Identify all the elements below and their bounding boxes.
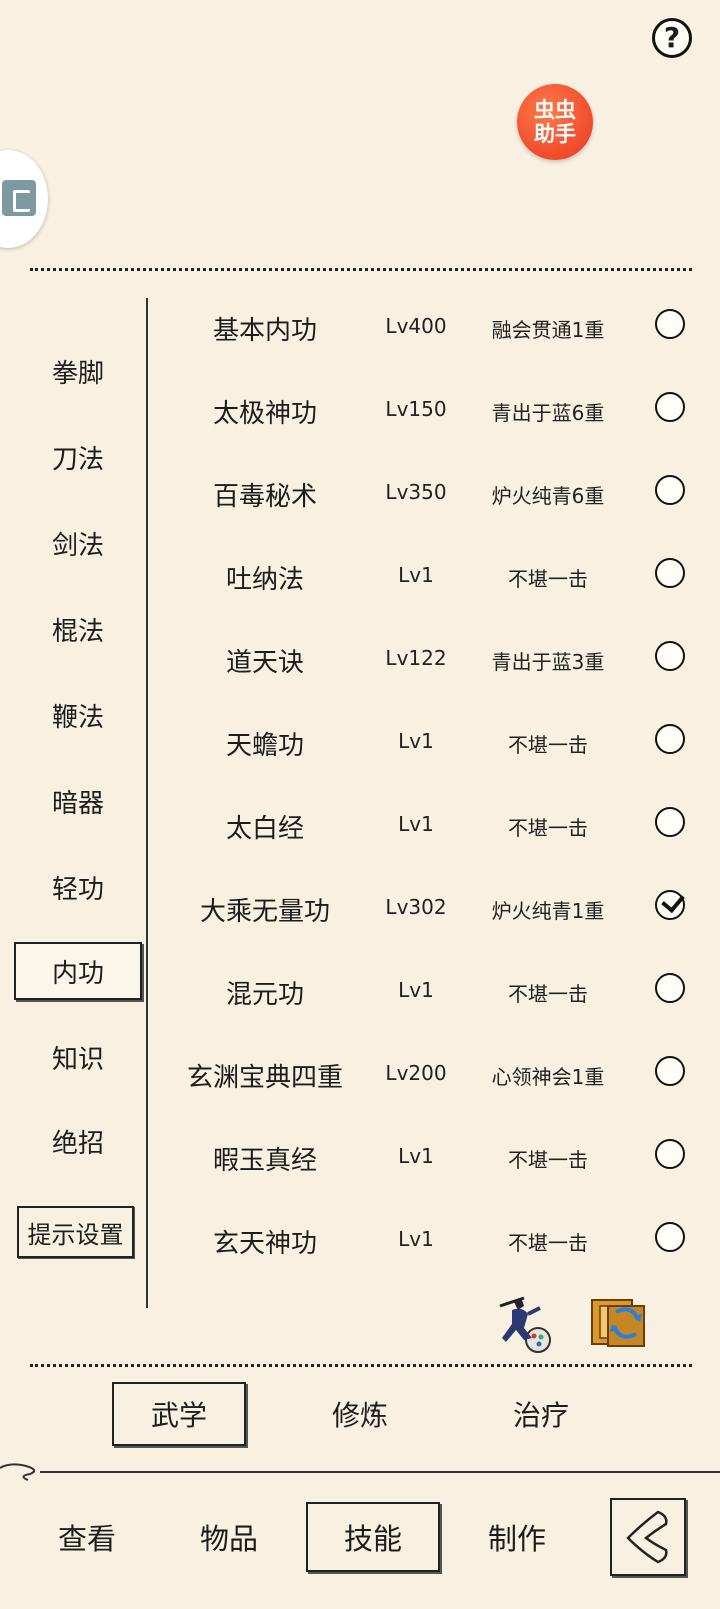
- skill-level: Lv122: [385, 646, 447, 670]
- skill-rank: 不堪一击: [508, 1231, 588, 1255]
- skill-rank: 心领神会1重: [491, 1065, 605, 1089]
- skill-row: 暇玉真经 Lv1 不堪一击: [150, 1126, 710, 1190]
- skill-name: 百毒秘术: [212, 482, 317, 512]
- skill-level: Lv200: [385, 1061, 447, 1085]
- top-divider: [30, 268, 692, 271]
- skill-row: 天蟾功 Lv1 不堪一击: [150, 711, 710, 775]
- skill-name: 基本内功: [212, 316, 317, 346]
- sidebar-item-jianfa[interactable]: 剑法: [14, 514, 142, 572]
- skill-select-checkbox[interactable]: [655, 392, 685, 422]
- nav-zhizuo[interactable]: 制作: [450, 1502, 584, 1572]
- skill-name: 混元功: [225, 980, 304, 1010]
- skill-select-checkbox-checked[interactable]: [655, 890, 685, 920]
- skill-row: 百毒秘术 Lv350 炉火纯青6重: [150, 462, 710, 526]
- help-button[interactable]: ?: [652, 18, 692, 58]
- skill-rank: 不堪一击: [508, 982, 588, 1006]
- skill-select-checkbox[interactable]: [655, 807, 685, 837]
- skill-select-checkbox[interactable]: [655, 1056, 685, 1086]
- skill-name: 玄天神功: [212, 1229, 317, 1259]
- skill-name: 太极神功: [212, 399, 317, 429]
- skill-level: Lv302: [385, 895, 447, 919]
- skill-row: 吐纳法 Lv1 不堪一击: [150, 545, 710, 609]
- back-arrow-icon: [626, 1510, 668, 1564]
- sidebar-item-anqi[interactable]: 暗器: [14, 772, 142, 830]
- nav-chakan[interactable]: 查看: [20, 1502, 154, 1572]
- sidebar-divider: [146, 298, 148, 1308]
- floating-app-icon[interactable]: [0, 150, 48, 248]
- skill-rank: 青出于蓝3重: [491, 650, 605, 674]
- sidebar-item-neigong[interactable]: 内功: [14, 942, 142, 1000]
- sidebar-item-zhishi[interactable]: 知识: [14, 1028, 142, 1086]
- sidebar-item-gunfa[interactable]: 棍法: [14, 600, 142, 658]
- skill-rank: 炉火纯青6重: [491, 484, 605, 508]
- badge-line-2: 助手: [534, 122, 576, 146]
- skill-level: Lv1: [398, 729, 434, 753]
- back-button[interactable]: [610, 1498, 686, 1576]
- tab-wuxue[interactable]: 武学: [112, 1382, 246, 1446]
- skill-row: 大乘无量功 Lv302 炉火纯青1重: [150, 877, 710, 941]
- skill-select-checkbox[interactable]: [655, 475, 685, 505]
- skill-name: 玄渊宝典四重: [186, 1063, 343, 1093]
- skill-rank: 炉火纯青1重: [491, 899, 605, 923]
- book-swap-icon[interactable]: [586, 1290, 650, 1354]
- sidebar-item-quanjiao[interactable]: 拳脚: [14, 342, 142, 400]
- skill-name: 吐纳法: [225, 565, 304, 595]
- skill-level: Lv350: [385, 480, 447, 504]
- skill-select-checkbox[interactable]: [655, 558, 685, 588]
- skill-level: Lv1: [398, 812, 434, 836]
- skill-name: 大乘无量功: [199, 897, 330, 927]
- skill-row: 基本内功 Lv400 融会贯通1重: [150, 296, 710, 360]
- skill-level: Lv400: [385, 314, 447, 338]
- skill-select-checkbox[interactable]: [655, 973, 685, 1003]
- skill-name: 天蟾功: [225, 731, 304, 761]
- chongchong-assistant-badge[interactable]: 虫虫 助手: [517, 84, 593, 160]
- skill-row: 太白经 Lv1 不堪一击: [150, 794, 710, 858]
- skill-select-checkbox[interactable]: [655, 1222, 685, 1252]
- skill-row: 太极神功 Lv150 青出于蓝6重: [150, 379, 710, 443]
- nav-wupin[interactable]: 物品: [162, 1502, 296, 1572]
- skill-row: 混元功 Lv1 不堪一击: [150, 960, 710, 1024]
- martial-artist-icon[interactable]: [494, 1292, 558, 1356]
- sidebar-item-juezhao[interactable]: 绝招: [14, 1112, 142, 1170]
- sidebar-item-bianfa[interactable]: 鞭法: [14, 686, 142, 744]
- skill-level: Lv1: [398, 563, 434, 587]
- bottom-divider: [30, 1364, 692, 1367]
- skill-name: 道天诀: [225, 648, 304, 678]
- skill-rank: 不堪一击: [508, 816, 588, 840]
- skill-rank: 不堪一击: [508, 567, 588, 591]
- skill-level: Lv1: [398, 1144, 434, 1168]
- skill-level: Lv1: [398, 978, 434, 1002]
- skill-row: 玄渊宝典四重 Lv200 心领神会1重: [150, 1043, 710, 1107]
- skill-name: 暇玉真经: [212, 1146, 317, 1176]
- skill-select-checkbox[interactable]: [655, 309, 685, 339]
- skill-level: Lv1: [398, 1227, 434, 1251]
- skill-level: Lv150: [385, 397, 447, 421]
- skill-row: 道天诀 Lv122 青出于蓝3重: [150, 628, 710, 692]
- skill-name: 太白经: [225, 814, 304, 844]
- tab-zhiliao[interactable]: 治疗: [474, 1382, 608, 1446]
- skill-rank: 不堪一击: [508, 733, 588, 757]
- skill-rank: 不堪一击: [508, 1148, 588, 1172]
- skill-row: 玄天神功 Lv1 不堪一击: [150, 1209, 710, 1273]
- sidebar-item-daofa[interactable]: 刀法: [14, 428, 142, 486]
- sidebar-item-qinggong[interactable]: 轻功: [14, 858, 142, 916]
- skill-select-checkbox[interactable]: [655, 1139, 685, 1169]
- brush-divider: [0, 1463, 720, 1481]
- badge-line-1: 虫虫: [534, 98, 576, 122]
- skill-select-checkbox[interactable]: [655, 724, 685, 754]
- skill-rank: 青出于蓝6重: [491, 401, 605, 425]
- hint-settings-button[interactable]: 提示设置: [17, 1206, 134, 1258]
- nav-jineng[interactable]: 技能: [306, 1502, 440, 1572]
- skill-select-checkbox[interactable]: [655, 641, 685, 671]
- tab-xiulian[interactable]: 修炼: [293, 1382, 427, 1446]
- skill-rank: 融会贯通1重: [491, 318, 605, 342]
